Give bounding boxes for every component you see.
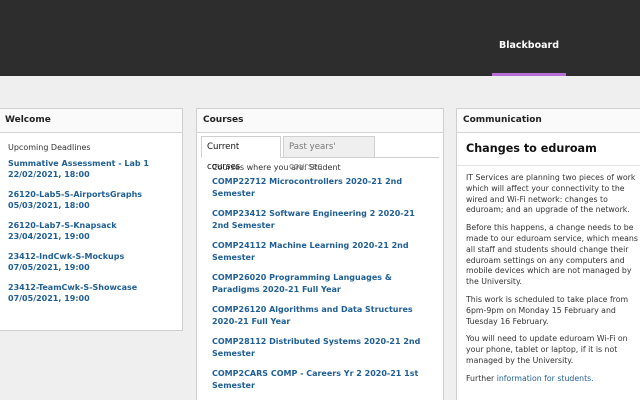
deadline-item: 23412-IndCwk-S-Mockups 07/05/2021, 19:00 bbox=[0, 251, 182, 273]
announcement-paragraph: IT Services are planning two pieces of w… bbox=[466, 173, 636, 215]
deadline-link[interactable]: 26120-Lab7-S-Knapsack bbox=[8, 220, 174, 231]
deadline-date: 23/04/2021, 19:00 bbox=[8, 232, 90, 241]
deadline-date: 22/02/2021, 18:00 bbox=[8, 170, 90, 179]
announcement-paragraph: You will need to update eduroam Wi-Fi on… bbox=[466, 334, 628, 365]
tab-current-courses[interactable]: Current courses bbox=[201, 136, 281, 172]
course-list: COMP22712 Microcontrollers 2020-21 2nd S… bbox=[197, 176, 443, 392]
further-info-prefix: Further bbox=[466, 373, 497, 383]
courses-panel: Courses Current courses Past years' cour… bbox=[196, 108, 444, 400]
deadline-item: 23412-TeamCwk-S-Showcase 07/05/2021, 19:… bbox=[0, 282, 182, 304]
course-link[interactable]: COMP24112 Machine Learning 2020-21 2nd S… bbox=[212, 240, 433, 264]
deadline-date: 05/03/2021, 18:00 bbox=[8, 201, 90, 210]
nav-tab-blackboard[interactable]: Blackboard bbox=[492, 0, 566, 76]
student-info-link[interactable]: information for students. bbox=[497, 374, 594, 383]
courses-panel-title: Courses bbox=[197, 109, 443, 133]
upcoming-deadlines-heading: Upcoming Deadlines bbox=[8, 143, 91, 152]
welcome-panel: Welcome Upcoming Deadlines Summative Ass… bbox=[0, 108, 183, 331]
course-link[interactable]: COMP2CARS COMP - Careers Yr 2 2020-21 1s… bbox=[212, 368, 433, 392]
active-tab-indicator bbox=[492, 73, 566, 76]
tab-past-years-courses[interactable]: Past years' courses bbox=[283, 136, 375, 172]
deadline-item: Summative Assessment - Lab 1 22/02/2021,… bbox=[0, 158, 182, 180]
announcement-paragraph: This work is scheduled to take place fro… bbox=[466, 294, 629, 326]
deadline-item: 26120-Lab7-S-Knapsack 23/04/2021, 19:00 bbox=[0, 220, 182, 242]
deadline-item: 26120-Lab5-S-AirportsGraphs 05/03/2021, … bbox=[0, 189, 182, 211]
communication-panel: Communication Changes to eduroam IT Serv… bbox=[456, 108, 640, 400]
top-navigation-bar: Blackboard bbox=[0, 0, 640, 76]
nav-tab-label: Blackboard bbox=[498, 40, 560, 51]
course-link[interactable]: COMP22712 Microcontrollers 2020-21 2nd S… bbox=[212, 176, 433, 200]
deadline-link[interactable]: Summative Assessment - Lab 1 bbox=[8, 158, 174, 169]
announcement-paragraph: Before this happens, a change needs to b… bbox=[466, 223, 638, 287]
course-link[interactable]: COMP26120 Algorithms and Data Structures… bbox=[212, 304, 433, 328]
announcement-body: IT Services are planning two pieces of w… bbox=[457, 166, 640, 385]
deadline-date: 07/05/2021, 19:00 bbox=[8, 263, 90, 272]
further-info-line: Further information for students. bbox=[466, 374, 638, 385]
course-link[interactable]: COMP26020 Programming Languages & Paradi… bbox=[212, 272, 433, 296]
welcome-panel-title: Welcome bbox=[0, 109, 182, 133]
courses-tabs: Current courses Past years' courses bbox=[201, 136, 439, 172]
deadline-link[interactable]: 23412-TeamCwk-S-Showcase bbox=[8, 282, 174, 293]
deadline-date: 07/05/2021, 19:00 bbox=[8, 294, 90, 303]
announcement-heading: Changes to eduroam bbox=[457, 133, 640, 166]
deadline-list: Summative Assessment - Lab 1 22/02/2021,… bbox=[0, 158, 182, 304]
communication-panel-title: Communication bbox=[457, 109, 640, 133]
course-link[interactable]: COMP23412 Software Engineering 2 2020-21… bbox=[212, 208, 433, 232]
course-link[interactable]: COMP28112 Distributed Systems 2020-21 2n… bbox=[212, 336, 433, 360]
deadline-link[interactable]: 26120-Lab5-S-AirportsGraphs bbox=[8, 189, 174, 200]
deadline-link[interactable]: 23412-IndCwk-S-Mockups bbox=[8, 251, 174, 262]
